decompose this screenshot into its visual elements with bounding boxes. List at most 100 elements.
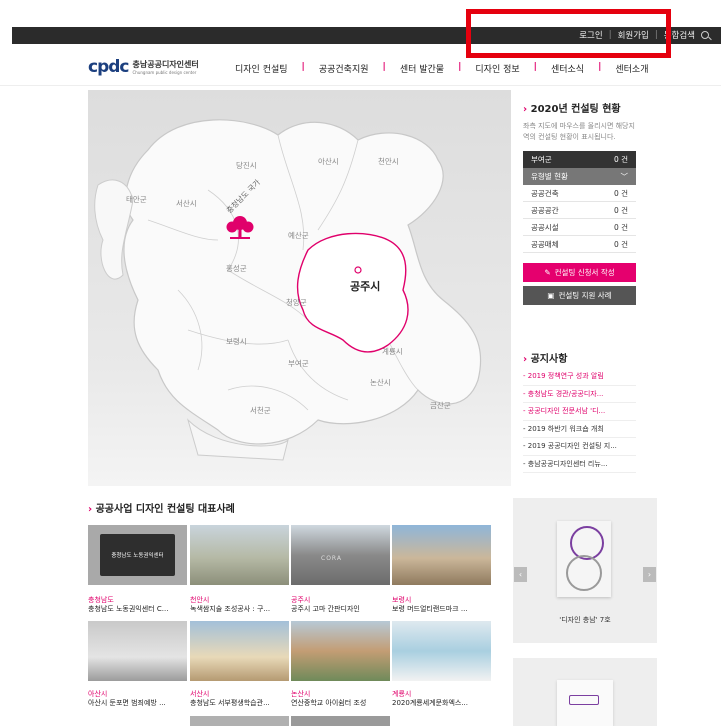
status-row: 공공매체 0 건 [523,236,636,253]
case-name: 연산중학교 아이쉼터 조성 [291,699,367,707]
nav-divider: | [458,62,462,72]
publication-cover[interactable] [557,521,611,597]
map-label: 홍성군 [226,264,247,273]
nav-divider: | [533,62,537,72]
case-thumbnail[interactable]: CORA [291,525,390,585]
map-shape [94,119,482,461]
logo-text: 충남공공디자인센터 Chungnam public design center [133,59,199,75]
cover-art [566,526,604,591]
status-heading: › 2020년 컨설팅 현황 [523,104,621,115]
case-thumbnail[interactable] [190,525,289,585]
case-region: 보령시 [392,596,412,604]
wall-text: CORA [321,555,342,562]
notice-item[interactable]: - 2019 정책연구 성과 알림 [523,368,636,386]
case-thumbnail[interactable]: 충청남도 노동권익센터 [88,525,187,585]
apply-consulting-button[interactable]: ✎ 컨설팅 신청서 작성 [523,263,636,282]
chevron-down-icon: ﹀ [620,172,629,181]
notice-item[interactable]: - 2019 하반기 워크숍 개최 [523,421,636,438]
case-region: 공주시 [291,596,311,604]
notice-item[interactable]: - 충남공공디자인센터 리뉴... [523,456,636,473]
map-label: 당진시 [236,161,257,170]
notice-panel: › 공지사항 - 2019 정책연구 성과 알림 - 충청남도 경관/공공디자.… [523,350,636,473]
case-caption[interactable]: 논산시 연산중학교 아이쉼터 조성 [291,690,391,708]
case-thumbnail[interactable] [291,716,390,726]
consulting-status-panel: › 2020년 컨설팅 현황 좌측 지도에 마우스를 올리시면 해당지역의 컨설… [523,100,636,305]
map-label: 아산시 [318,157,339,166]
case-thumbnail[interactable] [190,621,289,681]
nav-public-architecture[interactable]: 공공건축지원 [319,62,369,75]
notice-item[interactable]: - 2019 공공디자인 컨설팅 지... [523,438,636,456]
row-label: 공공시설 [531,222,559,232]
case-thumbnail[interactable] [291,621,390,681]
nav-design-consulting[interactable]: 디자인 컨설팅 [235,62,288,75]
publication-cover[interactable] [557,680,613,726]
map-label: 금산군 [430,401,451,410]
nav-center-intro[interactable]: 센터소개 [615,62,648,75]
map-label: 보령시 [226,337,247,346]
case-name: 아산시 둔포면 범죄예방 ... [88,699,166,707]
publication-caption: '디자인 충남' 7호 [559,616,611,624]
case-thumbnail[interactable] [190,716,289,726]
map-label: 서산시 [176,199,197,208]
status-type-dropdown[interactable]: 유형별 현황 ﹀ [523,168,636,185]
case-caption[interactable]: 공주시 공주시 고마 간판디자인 [291,596,391,614]
case-caption[interactable]: 보령시 보령 머드얼티랜드마크 ... [392,596,492,614]
case-thumbnail[interactable] [392,525,491,585]
row-value: 0 건 [613,222,628,232]
logo-mark: cpdc [88,57,129,77]
case-name: 녹색쌈지술 조성공사 : 구... [190,605,271,613]
carousel-next-button[interactable]: › [643,567,656,582]
case-caption[interactable]: 천안시 녹색쌈지술 조성공사 : 구... [190,596,290,614]
case-caption[interactable]: 서산시 충청남도 서부평생학습관... [190,690,290,708]
map-label: 천안시 [378,157,399,166]
notice-item[interactable]: - 공공디자인 전문서남 '디... [523,403,636,421]
map-label: 부여군 [288,359,309,368]
site-logo[interactable]: cpdc 충남공공디자인센터 Chungnam public design ce… [88,57,199,77]
notice-title[interactable]: 공지사항 [531,354,568,365]
nav-publications[interactable]: 센터 발간물 [400,62,444,75]
row-value: 0 건 [613,205,628,215]
case-thumbnail[interactable] [392,621,491,681]
case-region: 충청남도 [88,596,114,604]
main-nav: 디자인 컨설팅 | 공공건축지원 | 센터 발간물 | 디자인 정보 | 센터소… [235,62,649,75]
map-label: 태안군 [126,195,147,204]
cases-heading: › 공공사업 디자인 컨설팅 대표사례 [88,504,235,515]
case-region: 논산시 [291,690,311,698]
case-name: 충청남도 노동권익센터 C... [88,605,169,613]
region-map[interactable]: 태안군 서산시 당진시 아산시 천안시 예산군 홍성군 청양군 보령시 부여군 … [88,90,511,486]
case-name: 공주시 고마 간판디자인 [291,605,360,613]
map-label: 계룡시 [382,347,403,356]
notice-heading: › 공지사항 [523,354,568,365]
case-thumbnail[interactable] [88,621,187,681]
nav-center-news[interactable]: 센터소식 [551,62,584,75]
consulting-cases-button[interactable]: ▣ 컨설팅 지원 사례 [523,286,636,305]
status-title: 2020년 컨설팅 현황 [530,104,621,115]
row-value: 0 건 [613,239,628,249]
case-caption[interactable]: 아산시 아산시 둔포면 범죄예방 ... [88,690,188,708]
case-name: 보령 머드얼티랜드마크 ... [392,605,468,613]
row-label: 공공공간 [531,205,559,215]
case-region: 서산시 [190,690,210,698]
carousel-prev-button[interactable]: ‹ [514,567,527,582]
logo-name-en: Chungnam public design center [132,70,197,75]
notice-item[interactable]: - 충청남도 경관/공공디자... [523,386,636,403]
selected-city-label: 공주시 [350,280,381,293]
case-region: 계룡시 [392,690,412,698]
row-label: 공공매체 [531,239,559,249]
case-caption[interactable]: 충청남도 충청남도 노동권익센터 C... [88,596,188,614]
status-row-region: 부여군 0 건 [523,151,636,168]
case-caption[interactable]: 계룡시 2020계룡세계문화엑스... [392,690,492,708]
publication-carousel: ‹ › '디자인 충남' 7호 [513,498,657,643]
row-label: 유형별 현황 [531,172,568,181]
map-label: 예산군 [288,231,309,240]
row-value: 0 건 [613,188,628,198]
row-label: 부여군 [531,155,552,164]
nav-divider: | [382,62,386,72]
search-icon[interactable] [701,31,709,39]
row-label: 공공건축 [531,188,559,198]
highlight-box [466,9,671,58]
nav-divider: | [598,62,602,72]
nav-design-info[interactable]: 디자인 정보 [475,62,519,75]
button-label: 컨설팅 지원 사례 [558,291,612,300]
row-value: 0 건 [613,155,628,164]
